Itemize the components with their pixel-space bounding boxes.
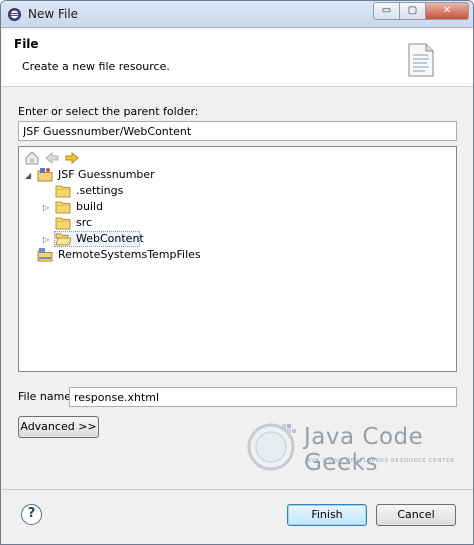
expand-toggle-icon[interactable]: ▷: [43, 203, 52, 212]
tree-item-label: RemoteSystemsTempFiles: [58, 248, 201, 261]
footer-divider: [2, 489, 473, 490]
folder-icon: [55, 217, 71, 230]
tree-item-label: JSF Guessnumber: [58, 168, 155, 181]
tree-item-remotesystemstempfiles[interactable]: RemoteSystemsTempFiles: [25, 247, 245, 263]
file-name-label: File name:: [18, 390, 75, 403]
eclipse-icon: [7, 7, 22, 22]
parent-folder-input[interactable]: [18, 121, 457, 141]
parent-folder-label: Enter or select the parent folder:: [18, 105, 199, 118]
tree-item-settings[interactable]: .settings: [43, 183, 203, 199]
tree-item-label: src: [76, 216, 93, 229]
java-code-geeks-watermark: Java Code Geeks JAVA 2 JAVA DEVELOPERS R…: [238, 418, 458, 476]
tree-item-label: .settings: [76, 184, 124, 197]
help-button[interactable]: ?: [21, 504, 42, 525]
close-button[interactable]: ✕: [425, 2, 469, 20]
tree-item-src[interactable]: src: [43, 215, 203, 231]
new-file-dialog: New File ▭ ▢ ✕ File Create a new file re…: [0, 0, 474, 545]
remote-project-icon: [37, 248, 53, 262]
tree-item-webcontent[interactable]: ▷ WebContent: [43, 231, 203, 247]
tree-item-jsf-guessnumber[interactable]: ◢ JSF Guessnumber: [25, 167, 225, 183]
back-arrow-icon[interactable]: [44, 150, 60, 166]
maximize-button[interactable]: ▢: [399, 2, 426, 20]
open-folder-icon: [55, 233, 71, 246]
page-title: File: [14, 37, 39, 51]
project-folder-icon: [37, 168, 53, 182]
finish-button[interactable]: Finish: [287, 504, 367, 526]
folder-tree[interactable]: ◢ JSF Guessnumber .settings ▷ build src …: [18, 146, 457, 372]
cancel-button[interactable]: Cancel: [376, 504, 456, 526]
watermark-name: Java Code Geeks: [304, 424, 424, 476]
folder-icon: [55, 201, 71, 214]
expand-toggle-icon[interactable]: ▷: [43, 235, 52, 244]
file-name-input[interactable]: [69, 387, 457, 407]
wizard-header: File Create a new file resource.: [2, 29, 473, 87]
advanced-button[interactable]: Advanced >>: [18, 416, 99, 438]
tree-item-label: WebContent: [76, 232, 144, 245]
minimize-button[interactable]: ▭: [373, 2, 400, 20]
jcg-logo-icon: [247, 423, 296, 471]
expand-toggle-icon[interactable]: ◢: [25, 171, 34, 180]
title-bar[interactable]: New File ▭ ▢ ✕: [1, 1, 473, 28]
tree-item-label: build: [76, 200, 104, 213]
home-icon[interactable]: [24, 150, 40, 166]
folder-icon: [55, 185, 71, 198]
tree-item-build[interactable]: ▷ build: [43, 199, 203, 215]
window-title: New File: [28, 7, 79, 21]
page-description: Create a new file resource.: [22, 60, 170, 73]
forward-arrow-icon[interactable]: [64, 150, 80, 166]
watermark-tagline: JAVA 2 JAVA DEVELOPERS RESOURCE CENTER: [305, 458, 455, 464]
new-file-wizard-icon: [408, 43, 434, 77]
